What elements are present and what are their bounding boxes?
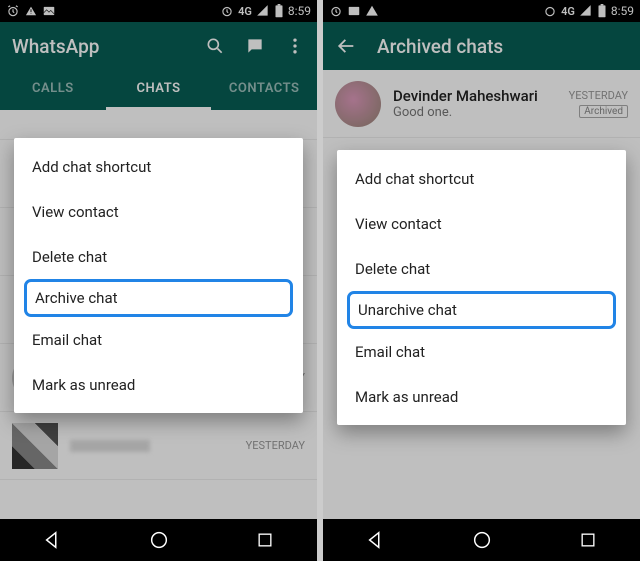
menu-view-contact[interactable]: View contact bbox=[337, 201, 626, 246]
phone-left: 4G 8:59 WhatsApp CALLS CHATS CONTACTS bbox=[0, 0, 317, 561]
recent-icon[interactable] bbox=[578, 530, 598, 550]
recent-icon[interactable] bbox=[255, 530, 275, 550]
context-menu: Add chat shortcut View contact Delete ch… bbox=[14, 138, 303, 413]
menu-delete-chat[interactable]: Delete chat bbox=[337, 246, 626, 291]
menu-email-chat[interactable]: Email chat bbox=[337, 329, 626, 374]
back-icon[interactable] bbox=[42, 529, 64, 551]
phone-right: 4G 8:59 Archived chats Devinder Maheshwa… bbox=[323, 0, 640, 561]
menu-email-chat[interactable]: Email chat bbox=[14, 317, 303, 362]
home-icon[interactable] bbox=[148, 529, 170, 551]
menu-add-shortcut[interactable]: Add chat shortcut bbox=[337, 156, 626, 201]
menu-mark-unread[interactable]: Mark as unread bbox=[337, 374, 626, 419]
nav-bar bbox=[0, 519, 317, 561]
menu-archive-chat[interactable]: Archive chat bbox=[24, 279, 293, 317]
context-menu: Add chat shortcut View contact Delete ch… bbox=[337, 150, 626, 425]
menu-unarchive-chat[interactable]: Unarchive chat bbox=[347, 291, 616, 329]
nav-bar bbox=[323, 519, 640, 561]
menu-delete-chat[interactable]: Delete chat bbox=[14, 234, 303, 279]
home-icon[interactable] bbox=[471, 529, 493, 551]
menu-mark-unread[interactable]: Mark as unread bbox=[14, 362, 303, 407]
back-icon[interactable] bbox=[365, 529, 387, 551]
menu-add-shortcut[interactable]: Add chat shortcut bbox=[14, 144, 303, 189]
menu-view-contact[interactable]: View contact bbox=[14, 189, 303, 234]
